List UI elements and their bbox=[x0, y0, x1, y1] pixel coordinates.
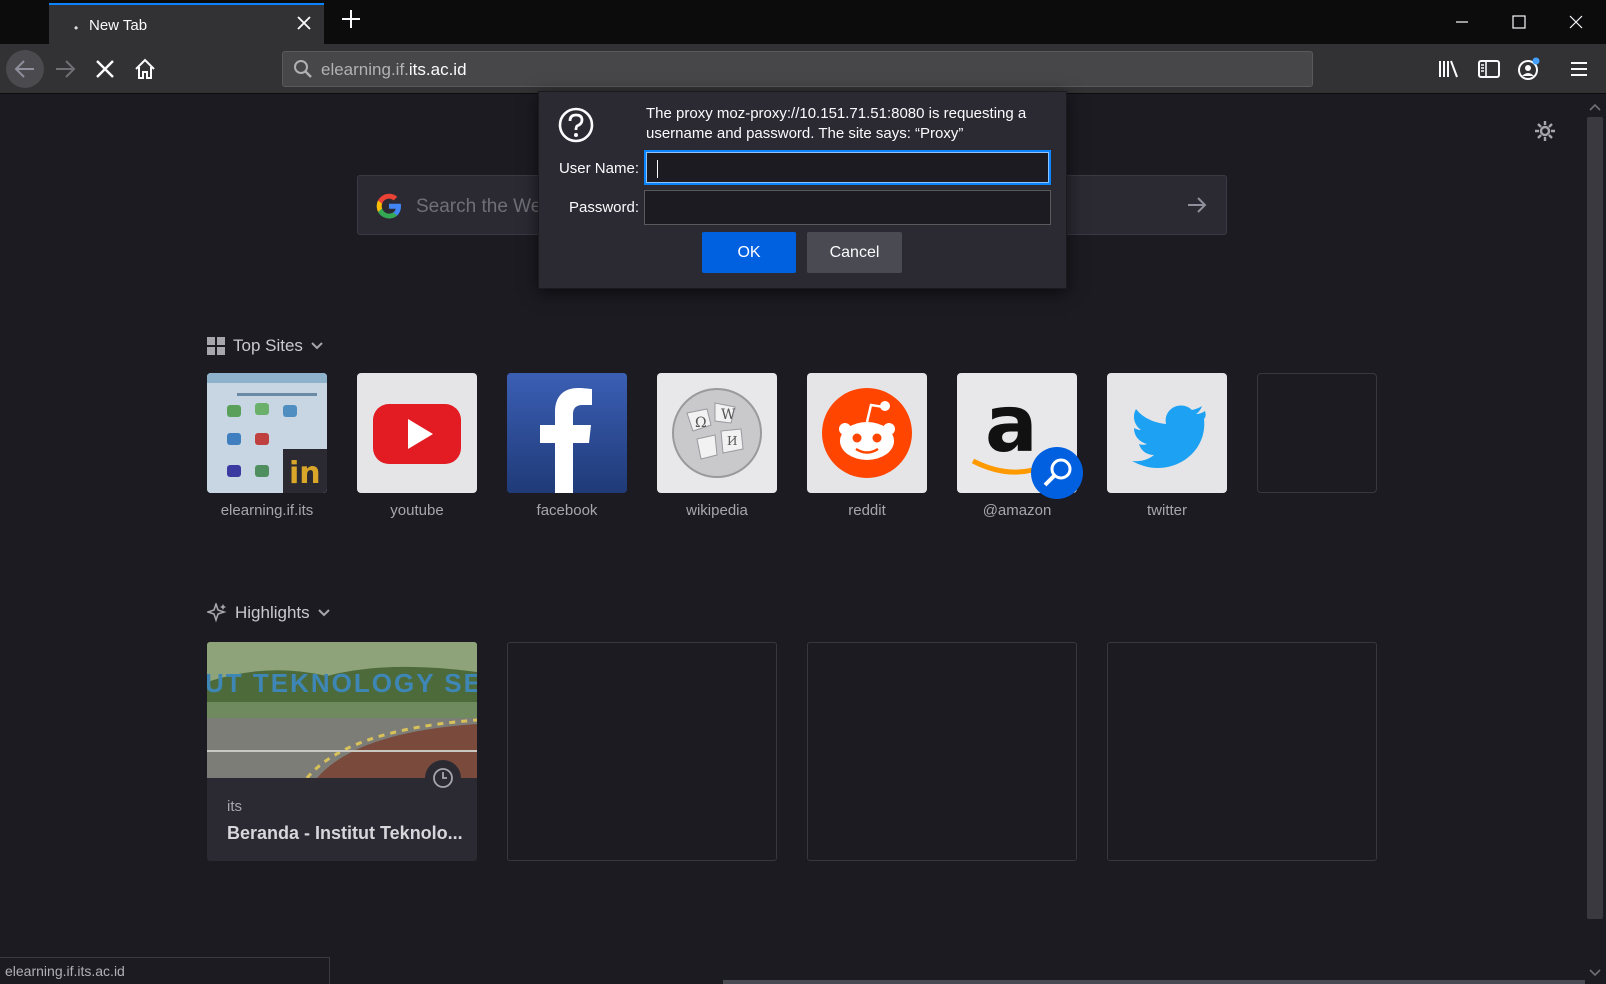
address-bar[interactable]: elearning.if.its.ac.id bbox=[282, 51, 1313, 87]
svg-text:in: in bbox=[289, 456, 321, 491]
password-label: Password: bbox=[568, 199, 639, 216]
chevron-down-icon bbox=[311, 342, 323, 350]
top-site-facebook[interactable]: facebook bbox=[507, 373, 627, 519]
forward-arrow-icon[interactable] bbox=[46, 50, 84, 88]
top-site-amazon[interactable]: a @amazon bbox=[957, 373, 1083, 519]
grid-icon bbox=[207, 337, 225, 355]
stop-loading-icon[interactable] bbox=[86, 50, 124, 88]
empty-highlight-slot bbox=[1107, 642, 1377, 861]
top-site-label: elearning.if.its bbox=[220, 502, 314, 519]
amazon-logo-icon: a bbox=[957, 373, 1083, 499]
wikipedia-globe-icon: ΩWИ bbox=[657, 373, 777, 493]
highlight-card[interactable]: UT TEKNOLOGY SEPULU its Beranda - Instit… bbox=[207, 642, 477, 861]
menu-hamburger-icon[interactable] bbox=[1566, 56, 1592, 82]
clock-icon bbox=[425, 760, 461, 796]
top-sites-header[interactable]: Top Sites bbox=[207, 336, 323, 356]
highlight-title: Beranda - Institut Teknolo... bbox=[227, 823, 463, 843]
title-bar: • New Tab bbox=[0, 0, 1606, 44]
elearning-thumbnail: in bbox=[207, 373, 327, 493]
empty-top-site-slot[interactable] bbox=[1257, 373, 1377, 493]
dialog-message: The proxy moz-proxy://10.151.71.51:8080 … bbox=[646, 105, 1027, 142]
search-go-arrow-icon[interactable] bbox=[1186, 194, 1208, 221]
chevron-down-icon bbox=[317, 609, 330, 617]
top-site-label: wikipedia bbox=[686, 502, 748, 519]
search-placeholder: Search the Web bbox=[416, 196, 552, 217]
account-icon[interactable] bbox=[1516, 56, 1542, 82]
top-site-label: @amazon bbox=[982, 502, 1052, 519]
top-site-twitter[interactable]: twitter bbox=[1107, 373, 1227, 519]
username-input[interactable] bbox=[644, 150, 1051, 185]
horizontal-scrollbar bbox=[723, 980, 1585, 984]
google-logo-icon bbox=[374, 191, 404, 226]
library-icon[interactable] bbox=[1436, 56, 1462, 82]
svg-text:W: W bbox=[721, 407, 736, 423]
username-label: User Name: bbox=[558, 160, 639, 177]
scroll-down-arrow-icon[interactable] bbox=[1588, 965, 1602, 983]
navigation-toolbar: elearning.if.its.ac.id bbox=[0, 44, 1606, 94]
twitter-bird-icon bbox=[1107, 373, 1227, 493]
top-site-reddit[interactable]: reddit bbox=[807, 373, 927, 519]
proxy-auth-dialog: The proxy moz-proxy://10.151.71.51:8080 … bbox=[538, 91, 1067, 289]
top-site-elearning[interactable]: in elearning.if.its bbox=[207, 373, 327, 519]
highlights-title: Highlights bbox=[235, 603, 310, 622]
tab-close-icon[interactable] bbox=[294, 14, 314, 34]
question-mark-icon bbox=[557, 106, 595, 149]
tab-new-tab[interactable]: • New Tab bbox=[49, 3, 324, 44]
highlight-image: UT TEKNOLOGY SEPULU bbox=[207, 642, 477, 779]
cancel-button[interactable]: Cancel bbox=[807, 232, 902, 273]
close-window-icon[interactable] bbox=[1548, 0, 1604, 44]
empty-highlight-slot bbox=[807, 642, 1077, 861]
scroll-up-arrow-icon[interactable] bbox=[1588, 99, 1602, 117]
top-site-label: facebook bbox=[536, 502, 598, 519]
text-caret bbox=[657, 160, 658, 178]
highlight-image-text: UT TEKNOLOGY SEPULU bbox=[207, 668, 477, 698]
status-bar: elearning.if.its.ac.id bbox=[0, 957, 330, 984]
sidebar-toggle-icon[interactable] bbox=[1476, 56, 1502, 82]
reddit-logo-icon bbox=[807, 373, 927, 493]
search-icon bbox=[293, 59, 313, 84]
minimize-icon[interactable] bbox=[1434, 0, 1490, 44]
highlights-header[interactable]: Highlights bbox=[207, 603, 330, 623]
top-site-wikipedia[interactable]: ΩWИ wikipedia bbox=[657, 373, 777, 519]
ok-button[interactable]: OK bbox=[702, 232, 796, 273]
tab-title: New Tab bbox=[89, 17, 148, 34]
back-arrow-icon[interactable] bbox=[6, 50, 44, 88]
password-input[interactable] bbox=[644, 190, 1051, 225]
maximize-icon[interactable] bbox=[1491, 0, 1547, 44]
youtube-logo-icon bbox=[357, 373, 477, 493]
highlight-host: its bbox=[227, 798, 242, 815]
top-site-youtube[interactable]: youtube bbox=[357, 373, 477, 519]
home-icon[interactable] bbox=[126, 50, 164, 88]
facebook-logo-icon bbox=[507, 373, 627, 493]
top-site-label: reddit bbox=[848, 502, 886, 519]
top-sites-title: Top Sites bbox=[233, 336, 303, 355]
sparkle-icon bbox=[207, 603, 227, 623]
new-tab-plus-icon[interactable] bbox=[339, 8, 363, 32]
top-site-label: twitter bbox=[1146, 502, 1187, 519]
top-site-label: youtube bbox=[390, 502, 444, 519]
svg-text:Ω: Ω bbox=[695, 415, 707, 431]
url-text: elearning.if.its.ac.id bbox=[321, 60, 467, 79]
gear-icon[interactable] bbox=[1534, 120, 1556, 147]
empty-highlight-slot bbox=[507, 642, 777, 861]
tab-loading-dot: • bbox=[74, 21, 79, 35]
svg-text:a: a bbox=[985, 380, 1038, 470]
svg-text:И: И bbox=[727, 434, 737, 448]
scrollbar-thumb[interactable] bbox=[1587, 117, 1603, 919]
